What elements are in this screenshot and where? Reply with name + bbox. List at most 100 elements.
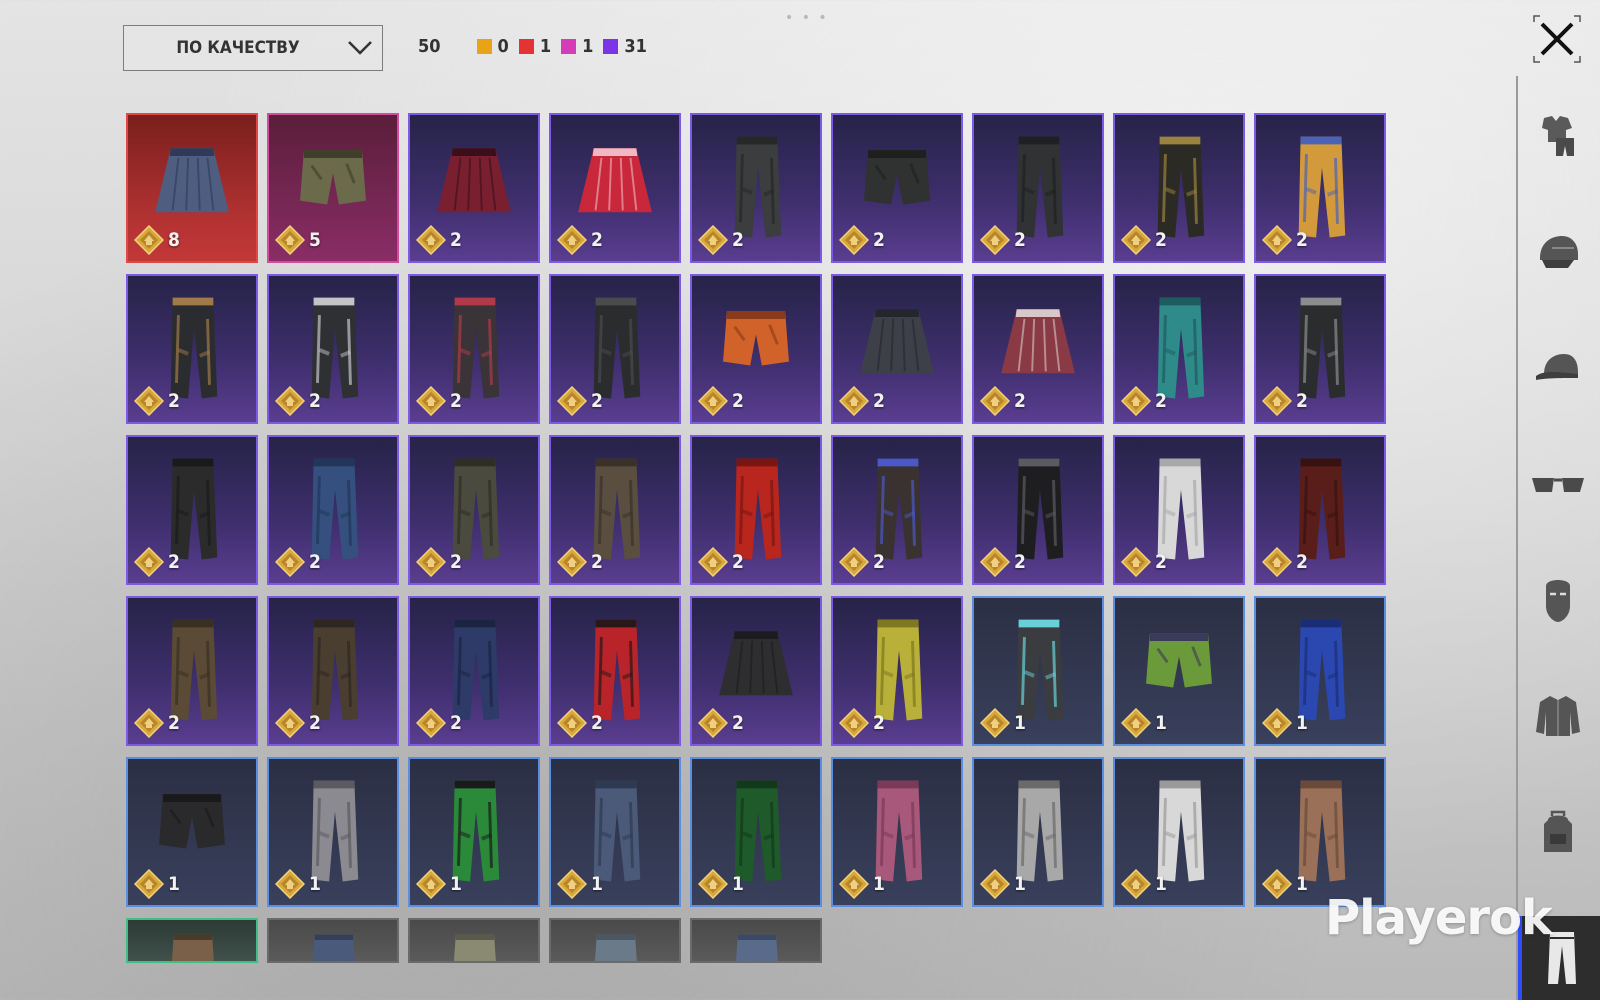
inventory-item[interactable]: 2 — [831, 274, 963, 424]
inventory-item[interactable]: 2 — [267, 596, 399, 746]
coin-icon — [698, 225, 728, 255]
category-sidebar — [1516, 76, 1600, 1000]
close-button[interactable] — [1532, 14, 1582, 64]
inventory-item[interactable]: 2 — [549, 596, 681, 746]
inventory-item[interactable]: 2 — [408, 435, 540, 585]
coin-icon — [980, 225, 1010, 255]
item-count: 2 — [591, 390, 603, 412]
coin-icon — [557, 225, 587, 255]
inventory-item[interactable]: 2 — [972, 113, 1104, 263]
coin-icon — [416, 225, 446, 255]
rarity-count: 31 — [603, 36, 647, 57]
inventory-item[interactable]: 2 — [408, 274, 540, 424]
inventory-item[interactable] — [126, 918, 258, 963]
item-count: 2 — [1296, 229, 1308, 251]
inventory-item[interactable]: 1 — [1254, 596, 1386, 746]
coin-icon — [275, 708, 305, 738]
inventory-item[interactable]: 2 — [1113, 435, 1245, 585]
coin-icon — [698, 708, 728, 738]
category-jacket[interactable] — [1528, 686, 1588, 746]
item-count-badge: 2 — [557, 386, 603, 416]
coin-icon — [1262, 547, 1292, 577]
inventory-item[interactable]: 2 — [267, 274, 399, 424]
inventory-item[interactable]: 2 — [831, 435, 963, 585]
inventory-item[interactable]: 2 — [690, 596, 822, 746]
item-count-badge: 2 — [416, 547, 462, 577]
item-count-badge: 2 — [1262, 547, 1308, 577]
inventory-item[interactable]: 1 — [831, 757, 963, 907]
inventory-item[interactable] — [549, 918, 681, 963]
inventory-item[interactable]: 2 — [267, 435, 399, 585]
inventory-item[interactable]: 2 — [1113, 113, 1245, 263]
item-count-badge: 1 — [275, 869, 321, 899]
inventory-item[interactable]: 1 — [972, 596, 1104, 746]
inventory-item[interactable]: 2 — [408, 113, 540, 263]
pants-graphic — [312, 934, 355, 961]
item-count: 2 — [309, 390, 321, 412]
inventory-item[interactable] — [408, 918, 540, 963]
inventory-item[interactable]: 1 — [690, 757, 822, 907]
category-glasses[interactable] — [1528, 454, 1588, 514]
item-count-badge: 2 — [557, 547, 603, 577]
coin-icon — [416, 708, 446, 738]
coin-icon — [416, 386, 446, 416]
inventory-item[interactable] — [690, 918, 822, 963]
category-helmet[interactable] — [1528, 222, 1588, 282]
item-count: 2 — [450, 551, 462, 573]
inventory-item[interactable]: 2 — [126, 435, 258, 585]
item-count: 2 — [168, 712, 180, 734]
coin-icon — [134, 708, 164, 738]
backpack-icon — [1544, 810, 1572, 852]
inventory-item[interactable]: 2 — [972, 274, 1104, 424]
rarity-swatch — [603, 39, 619, 54]
inventory-item[interactable]: 2 — [690, 274, 822, 424]
item-count: 2 — [732, 551, 744, 573]
sort-dropdown[interactable]: ПО КАЧЕСТВУ — [123, 25, 383, 71]
inventory-item[interactable]: 2 — [549, 113, 681, 263]
coin-icon — [1262, 225, 1292, 255]
inventory-item[interactable]: 1 — [408, 757, 540, 907]
inventory-item[interactable]: 2 — [831, 596, 963, 746]
category-cap[interactable] — [1528, 338, 1588, 398]
inventory-item[interactable]: 2 — [549, 274, 681, 424]
inventory-item[interactable]: 2 — [690, 113, 822, 263]
watermark-text: Playerok — [1325, 890, 1553, 946]
inventory-grid: 8 5 2 2 2 2 2 2 2 2 2 2 2 2 2 2 2 2 2 2 2 2 2 2 2 2 2 2 2 2 2 2 2 1 1 1 1 1 1 1… — [126, 113, 1386, 907]
inventory-item[interactable]: 2 — [972, 435, 1104, 585]
inventory-item[interactable]: 2 — [126, 274, 258, 424]
item-count: 1 — [1014, 712, 1026, 734]
category-mask[interactable] — [1528, 570, 1588, 630]
inventory-item[interactable]: 2 — [831, 113, 963, 263]
inventory-item[interactable]: 2 — [1254, 435, 1386, 585]
inventory-item[interactable]: 1 — [1254, 757, 1386, 907]
category-outfit[interactable] — [1528, 106, 1588, 166]
inventory-item[interactable]: 2 — [1254, 274, 1386, 424]
inventory-item[interactable]: 1 — [1113, 596, 1245, 746]
coin-icon — [1262, 386, 1292, 416]
inventory-item[interactable]: 2 — [408, 596, 540, 746]
inventory-item[interactable] — [267, 918, 399, 963]
category-backpack[interactable] — [1528, 802, 1588, 862]
inventory-item[interactable]: 8 — [126, 113, 258, 263]
rarity-count-value: 0 — [497, 36, 509, 57]
inventory-item[interactable]: 2 — [549, 435, 681, 585]
inventory-item[interactable]: 2 — [690, 435, 822, 585]
inventory-item[interactable]: 1 — [972, 757, 1104, 907]
item-count: 2 — [1014, 390, 1026, 412]
inventory-item[interactable]: 2 — [1113, 274, 1245, 424]
inventory-item[interactable]: 1 — [549, 757, 681, 907]
rarity-count-value: 1 — [582, 36, 594, 57]
pants-graphic — [735, 934, 778, 961]
inventory-item[interactable]: 1 — [126, 757, 258, 907]
item-count: 1 — [1155, 873, 1167, 895]
item-count-badge: 2 — [980, 225, 1026, 255]
inventory-item[interactable]: 1 — [1113, 757, 1245, 907]
item-count: 1 — [873, 873, 885, 895]
inventory-item[interactable]: 5 — [267, 113, 399, 263]
helmet-icon — [1540, 236, 1578, 268]
inventory-item[interactable]: 1 — [267, 757, 399, 907]
inventory-item[interactable]: 2 — [126, 596, 258, 746]
item-count-badge: 1 — [416, 869, 462, 899]
item-count-badge: 2 — [557, 225, 603, 255]
inventory-item[interactable]: 2 — [1254, 113, 1386, 263]
